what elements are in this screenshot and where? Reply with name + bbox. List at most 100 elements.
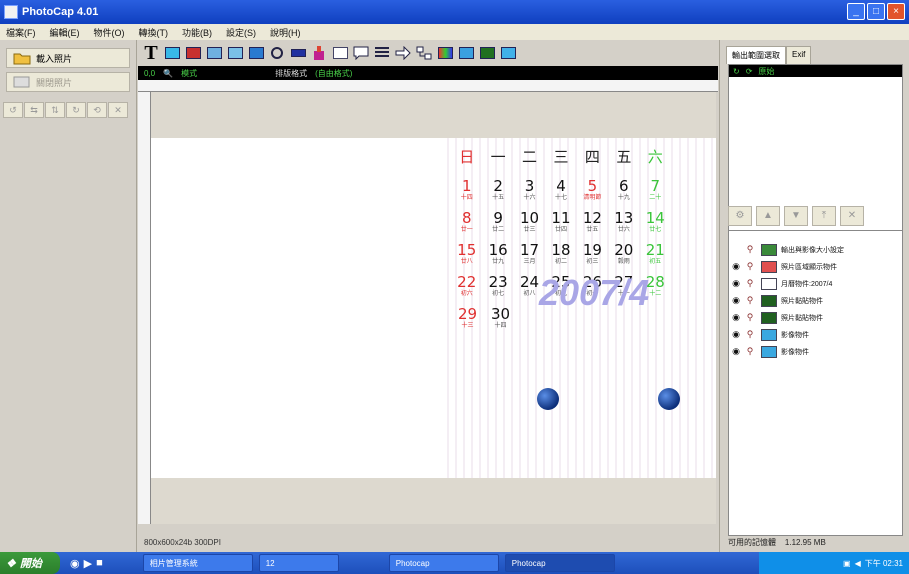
taskbar-item[interactable]: 相片管理系統 (142, 554, 253, 572)
volume-icon[interactable]: ◀ (855, 559, 861, 568)
lock-icon[interactable]: ⚲ (743, 346, 757, 357)
canvas[interactable]: 日 一 二 三 四 五 六 1 十四 2 十五 3 十六 4 十七 5 清明節 6 十九 7 二十 8 廿一 9… (151, 138, 716, 478)
layer-top-button[interactable]: ⤒ (812, 206, 836, 226)
menu-help[interactable]: 說明(H) (270, 26, 301, 39)
layer-delete-button[interactable]: ✕ (840, 206, 864, 226)
lock-icon[interactable]: ⚲ (743, 295, 757, 306)
list-item[interactable]: ◉ ⚲ 照片區域顯示物件 (729, 258, 902, 275)
filmstrip-tool[interactable] (478, 44, 496, 62)
text-tool[interactable]: T (142, 42, 160, 64)
speech-bubble-tool[interactable] (352, 44, 370, 62)
menu-function[interactable]: 功能(B) (182, 26, 212, 39)
lock-icon[interactable]: ⚲ (743, 244, 757, 255)
lock-icon[interactable]: ⚲ (743, 261, 757, 272)
menu-settings[interactable]: 設定(S) (226, 26, 256, 39)
calendar-day-number: 11 (551, 209, 571, 227)
calendar-day-number: 13 (614, 209, 634, 227)
title-bar: PhotoCap 4.01 _ □ × (0, 0, 909, 24)
calendar-lunar-label: 初三 (586, 259, 599, 265)
eye-icon[interactable]: ◉ (729, 346, 743, 357)
delete-button[interactable]: ✕ (108, 102, 128, 118)
calendar-lunar-label: 廿二 (492, 227, 505, 233)
media-icon[interactable]: ▶ (84, 557, 92, 570)
list-item[interactable]: ◉ ⚲ 照片黏貼物件 (729, 292, 902, 309)
minimize-button[interactable]: _ (847, 3, 865, 20)
refresh-icon[interactable]: ↻ (733, 67, 740, 76)
calendar-tool[interactable] (331, 44, 349, 62)
object-label: 輸出與影像大小設定 (781, 246, 844, 254)
grid-tool[interactable] (247, 44, 265, 62)
taskbar-item[interactable]: 12 (258, 554, 339, 572)
maximize-button[interactable]: □ (867, 3, 885, 20)
circle-tool[interactable] (268, 44, 286, 62)
start-button[interactable]: ❖ 開始 (0, 552, 60, 574)
redo-icon[interactable]: ⟳ (746, 67, 753, 76)
close-photo-button[interactable]: 關閉照片 (6, 72, 130, 92)
layer-settings-button[interactable]: ⚙ (728, 206, 752, 226)
flip-vertical-button[interactable]: ⇅ (45, 102, 65, 118)
rotate-right-button[interactable]: ↻ (66, 102, 86, 118)
calendar-day: 19 初三 (577, 242, 608, 274)
paint-tool[interactable] (310, 44, 328, 62)
calendar-day-number: 15 (457, 241, 477, 259)
browser-icon[interactable]: ◉ (70, 557, 80, 570)
menu-transform[interactable]: 轉換(T) (139, 26, 169, 39)
desktop-icon[interactable]: ■ (96, 557, 103, 570)
screen-tool[interactable] (499, 44, 517, 62)
calendar-lunar-label: 廿四 (554, 227, 567, 233)
push-pin-image[interactable] (658, 388, 680, 410)
rectangle-tool[interactable] (289, 44, 307, 62)
menu-edit[interactable]: 編輯(E) (50, 26, 80, 39)
eye-icon[interactable]: ◉ (729, 312, 743, 323)
taskbar-item[interactable]: Photocap (388, 554, 499, 572)
calendar-lunar-label: 穀雨 (617, 259, 630, 265)
tab-output-range[interactable]: 輸出範圍選取 (726, 46, 786, 64)
menu-object[interactable]: 物件(O) (94, 26, 125, 39)
calendar-lunar-label: 二十 (649, 195, 662, 201)
photo-frame-tool[interactable] (184, 44, 202, 62)
eye-icon[interactable]: ◉ (729, 329, 743, 340)
calendar-day: 13 廿六 (608, 210, 639, 242)
lock-icon[interactable]: ⚲ (743, 278, 757, 289)
window-tool[interactable] (205, 44, 223, 62)
calendar-year-month: 2007/4 (539, 272, 650, 313)
eye-icon[interactable]: ◉ (729, 295, 743, 306)
layer-up-button[interactable]: ▲ (756, 206, 780, 226)
calendar-lunar-label: 十五 (492, 195, 505, 201)
list-item[interactable]: ◉ ⚲ 影像物件 (729, 343, 902, 360)
list-item[interactable]: ◉ ⚲ 月曆物件:2007/4 (729, 275, 902, 292)
push-pin-image[interactable] (537, 388, 559, 410)
format-value[interactable]: (自由格式) (315, 68, 352, 79)
network-tool[interactable] (415, 44, 433, 62)
network-icon[interactable]: ▣ (843, 559, 851, 568)
monitor-tool[interactable] (457, 44, 475, 62)
list-item[interactable]: ◉ ⚲ 影像物件 (729, 326, 902, 343)
flip-button[interactable]: ⇆ (24, 102, 44, 118)
load-photo-button[interactable]: 載入照片 (6, 48, 130, 68)
rotate-button[interactable]: ⟲ (87, 102, 107, 118)
eye-icon[interactable]: ◉ (729, 261, 743, 272)
object-label: 影像物件 (781, 331, 809, 339)
calendar-day-number: 16 (488, 241, 508, 259)
gradient-tool[interactable] (436, 44, 454, 62)
image-tool[interactable] (163, 44, 181, 62)
app-icon (4, 5, 18, 19)
list-item[interactable]: ⚲ 輸出與影像大小設定 (729, 241, 902, 258)
menu-file[interactable]: 檔案(F) (6, 26, 36, 39)
lock-icon[interactable]: ⚲ (743, 312, 757, 323)
tab-exif[interactable]: Exif (786, 46, 812, 64)
eye-icon[interactable]: ◉ (729, 278, 743, 289)
rotate-left-button[interactable]: ↺ (3, 102, 23, 118)
list-tool[interactable] (373, 44, 391, 62)
close-button[interactable]: × (887, 3, 905, 20)
lock-icon[interactable]: ⚲ (743, 329, 757, 340)
panel-tool[interactable] (226, 44, 244, 62)
zoom-icon[interactable]: 🔍 (163, 69, 173, 78)
arrow-tool[interactable] (394, 44, 412, 62)
taskbar-item[interactable]: Photocap (504, 554, 615, 572)
calendar-lunar-label: 十七 (554, 195, 567, 201)
layer-down-button[interactable]: ▼ (784, 206, 808, 226)
list-item[interactable]: ◉ ⚲ 照片黏貼物件 (729, 309, 902, 326)
horizontal-ruler (138, 80, 718, 92)
left-panel: 載入照片 關閉照片 ↺ ⇆ ⇅ ↻ ⟲ ✕ (0, 40, 137, 552)
